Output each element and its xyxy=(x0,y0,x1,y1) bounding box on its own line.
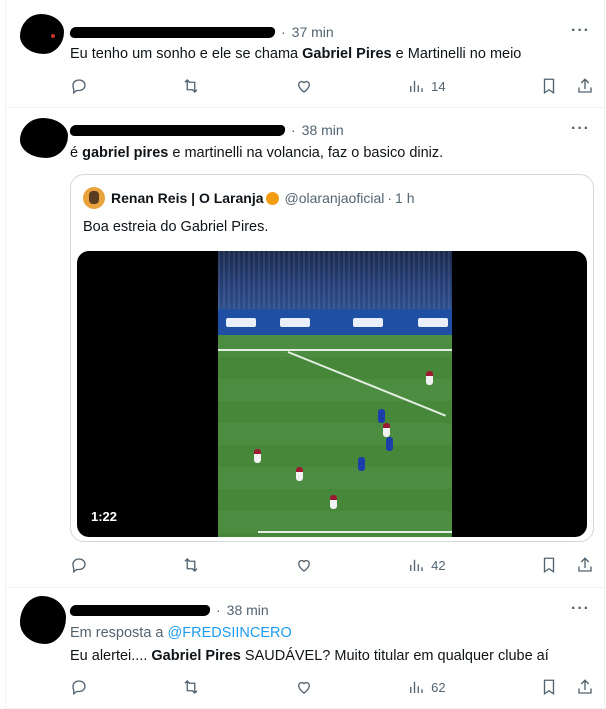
bookmark-icon xyxy=(543,679,555,696)
redacted-author-name xyxy=(69,124,286,136)
quoted-tweet[interactable]: Renan Reis | O Laranja @olaranjaoficial … xyxy=(70,174,594,542)
tweet-header: · 37 min xyxy=(69,23,334,41)
timeline: · 37 min ··· Eu tenho um sonho e ele se … xyxy=(5,0,606,709)
retweet-button[interactable] xyxy=(182,77,200,95)
like-button[interactable] xyxy=(295,556,313,574)
orange-emoji-icon xyxy=(265,191,279,205)
player xyxy=(358,457,365,471)
retweet-icon xyxy=(184,680,198,694)
advertising-boards xyxy=(218,309,452,335)
player xyxy=(296,467,303,481)
bookmark-button[interactable] xyxy=(540,556,558,574)
player xyxy=(378,409,385,423)
separator: · xyxy=(281,24,286,40)
quoted-tweet-header: Renan Reis | O Laranja @olaranjaoficial … xyxy=(83,187,415,209)
reply-button[interactable] xyxy=(70,77,88,95)
like-icon xyxy=(297,559,310,572)
redacted-author-name xyxy=(69,604,211,616)
reply-icon xyxy=(72,79,86,95)
tweet-time[interactable]: 38 min xyxy=(227,602,269,618)
player xyxy=(254,449,261,463)
tweet-text: Eu tenho um sonho e ele se chama Gabriel… xyxy=(70,46,522,62)
views-button[interactable]: 14 xyxy=(407,77,446,95)
tweet-actions: 62 xyxy=(70,677,594,697)
reply-to-link[interactable]: @FREDSIINCERO xyxy=(168,625,292,641)
bookmark-icon xyxy=(543,557,555,574)
tweet-text: é gabriel pires e martinelli na volancia… xyxy=(70,145,444,161)
tweet-actions: 14 xyxy=(70,76,594,96)
views-button[interactable]: 42 xyxy=(407,556,446,574)
views-icon xyxy=(410,681,423,693)
quoted-author-name[interactable]: Renan Reis | O Laranja xyxy=(111,190,264,206)
avatar[interactable] xyxy=(20,118,68,158)
player xyxy=(386,437,393,451)
share-icon xyxy=(578,78,592,93)
video-player[interactable]: 1:22 xyxy=(77,251,587,537)
more-icon[interactable]: ··· xyxy=(571,600,590,618)
bookmark-button[interactable] xyxy=(540,678,558,696)
reply-context: Em resposta a @FREDSIINCERO xyxy=(70,625,292,641)
separator: · xyxy=(216,602,221,618)
views-icon xyxy=(410,80,423,92)
player xyxy=(383,423,390,437)
reply-button[interactable] xyxy=(70,556,88,574)
video-duration: 1:22 xyxy=(87,508,122,525)
tweet[interactable]: · 38 min ··· é gabriel pires e martinell… xyxy=(6,108,606,588)
quoted-tweet-text: Boa estreia do Gabriel Pires. xyxy=(83,219,269,235)
views-button[interactable]: 62 xyxy=(407,678,446,696)
player xyxy=(426,371,433,385)
share-button[interactable] xyxy=(576,678,594,696)
retweet-button[interactable] xyxy=(182,556,200,574)
retweet-icon xyxy=(184,79,198,93)
retweet-button[interactable] xyxy=(182,678,200,696)
reply-button[interactable] xyxy=(70,678,88,696)
like-icon xyxy=(297,80,310,93)
like-icon xyxy=(297,681,310,694)
retweet-icon xyxy=(184,558,198,572)
player xyxy=(330,495,337,509)
separator: · xyxy=(291,122,296,138)
tweet-header: · 38 min xyxy=(69,121,344,139)
like-button[interactable] xyxy=(295,77,313,95)
tweet-time[interactable]: 37 min xyxy=(292,24,334,40)
tweet-time[interactable]: 38 min xyxy=(302,122,344,138)
views-icon xyxy=(410,559,423,571)
tweet[interactable]: · 37 min ··· Eu tenho um sonho e ele se … xyxy=(6,0,606,108)
video-frame xyxy=(218,251,452,537)
tweet-actions: 42 xyxy=(70,555,594,575)
separator: · xyxy=(387,190,393,206)
views-count: 42 xyxy=(431,557,446,573)
share-button[interactable] xyxy=(576,77,594,95)
quoted-handle[interactable]: @olaranjaoficial xyxy=(285,190,385,206)
bookmark-icon xyxy=(543,78,555,95)
tweet[interactable]: · 38 min ··· Em resposta a @FREDSIINCERO… xyxy=(6,588,606,709)
like-button[interactable] xyxy=(295,678,313,696)
avatar[interactable] xyxy=(20,596,66,644)
quoted-time[interactable]: 1 h xyxy=(395,190,414,206)
stadium-crowd xyxy=(218,251,452,309)
views-count: 14 xyxy=(431,78,446,94)
more-icon[interactable]: ··· xyxy=(571,22,590,40)
views-count: 62 xyxy=(431,679,446,695)
tweet-header: · 38 min xyxy=(69,601,269,619)
reply-icon xyxy=(72,680,86,696)
tweet-text: Eu alertei.... Gabriel Pires SAUDÁVEL? M… xyxy=(70,648,549,664)
share-button[interactable] xyxy=(576,556,594,574)
quoted-avatar[interactable] xyxy=(83,187,105,209)
redacted-author-name xyxy=(69,26,276,38)
share-icon xyxy=(578,557,592,572)
bookmark-button[interactable] xyxy=(540,77,558,95)
more-icon[interactable]: ··· xyxy=(571,120,590,138)
share-icon xyxy=(578,679,592,694)
avatar[interactable] xyxy=(20,14,64,54)
reply-icon xyxy=(72,558,86,574)
